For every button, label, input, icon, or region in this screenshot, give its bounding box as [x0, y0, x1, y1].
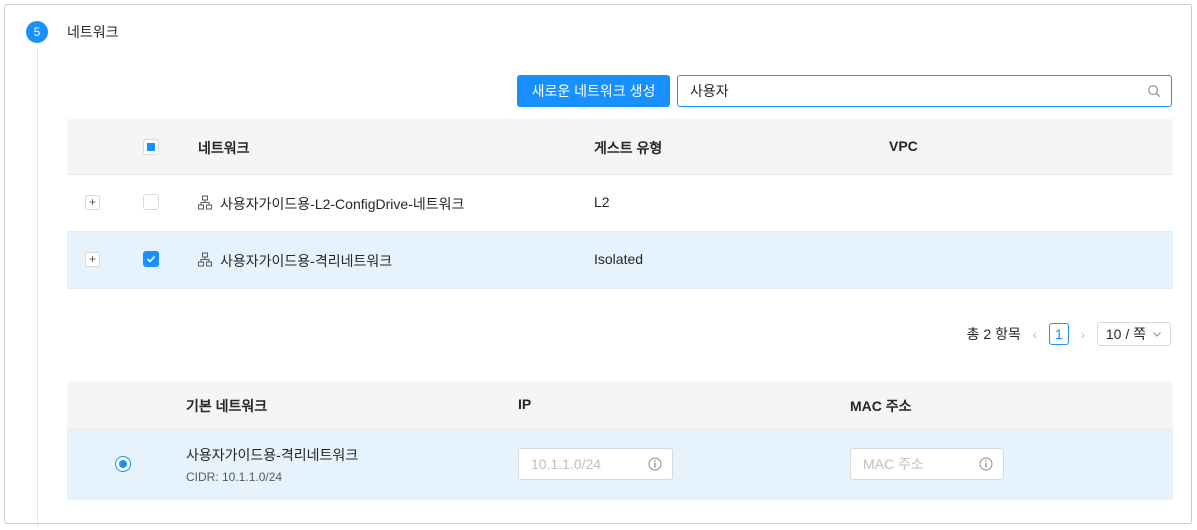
total-items-label: 총 2 항목 — [966, 326, 1021, 342]
column-vpc: VPC — [889, 138, 918, 154]
ip-field[interactable] — [518, 448, 673, 480]
page-size-select[interactable]: 10 / 쪽 — [1096, 322, 1171, 346]
next-page-icon[interactable]: › — [1077, 326, 1089, 342]
select-all-checkbox[interactable] — [143, 139, 159, 155]
default-network-table-header: 기본 네트워크 IP MAC 주소 — [67, 381, 1173, 429]
row-checkbox[interactable] — [143, 194, 159, 210]
network-table-header: 네트워크 게스트 유형 VPC — [67, 119, 1173, 175]
table-row[interactable]: + 사용자가이드용-L2-ConfigDrive-네트워크 L2 — [67, 175, 1173, 232]
expand-row-button[interactable]: + — [85, 195, 100, 210]
table-row[interactable]: + 사용자가이드용-격리네트워크 Isolated — [67, 232, 1173, 289]
page-size-value: 10 / 쪽 — [1105, 326, 1146, 342]
default-network-row[interactable]: 사용자가이드용-격리네트워크 CIDR: 10.1.1.0/24 — [67, 429, 1173, 500]
column-mac: MAC 주소 — [850, 398, 912, 414]
check-icon — [146, 255, 156, 263]
guest-type: Isolated — [594, 251, 644, 267]
ip-input[interactable] — [529, 455, 648, 473]
column-default-network: 기본 네트워크 — [186, 398, 268, 414]
create-network-button[interactable]: 새로운 네트워크 생성 — [517, 75, 670, 107]
network-icon — [198, 252, 212, 267]
network-name[interactable]: 사용자가이드용-격리네트워크 — [220, 251, 392, 271]
info-icon[interactable] — [979, 457, 993, 471]
mac-input[interactable] — [861, 455, 979, 473]
column-network: 네트워크 — [198, 140, 250, 156]
step-connector-line — [37, 48, 38, 528]
search-icon[interactable] — [1147, 84, 1161, 98]
default-network-radio[interactable] — [115, 456, 131, 472]
network-name[interactable]: 사용자가이드용-L2-ConfigDrive-네트워크 — [220, 194, 464, 214]
guest-type: L2 — [594, 194, 610, 210]
search-box[interactable] — [677, 75, 1172, 107]
search-input[interactable] — [688, 82, 1147, 100]
column-guest-type: 게스트 유형 — [594, 140, 663, 156]
default-network-name: 사용자가이드용-격리네트워크 — [186, 447, 359, 463]
prev-page-icon[interactable]: ‹ — [1029, 326, 1041, 342]
row-checkbox[interactable] — [143, 251, 159, 267]
column-ip: IP — [518, 396, 532, 412]
step-title: 네트워크 — [67, 24, 119, 40]
current-page-button[interactable]: 1 — [1048, 323, 1069, 345]
cidr-label: CIDR: 10.1.1.0/24 — [186, 470, 283, 484]
info-icon[interactable] — [648, 457, 662, 471]
pagination: 총 2 항목 ‹ 1 › 10 / 쪽 — [967, 321, 1171, 347]
network-icon — [198, 195, 212, 210]
step-number-badge: 5 — [26, 21, 48, 43]
chevron-down-icon — [1153, 332, 1161, 337]
mac-field[interactable] — [850, 448, 1004, 480]
expand-row-button[interactable]: + — [85, 252, 100, 267]
